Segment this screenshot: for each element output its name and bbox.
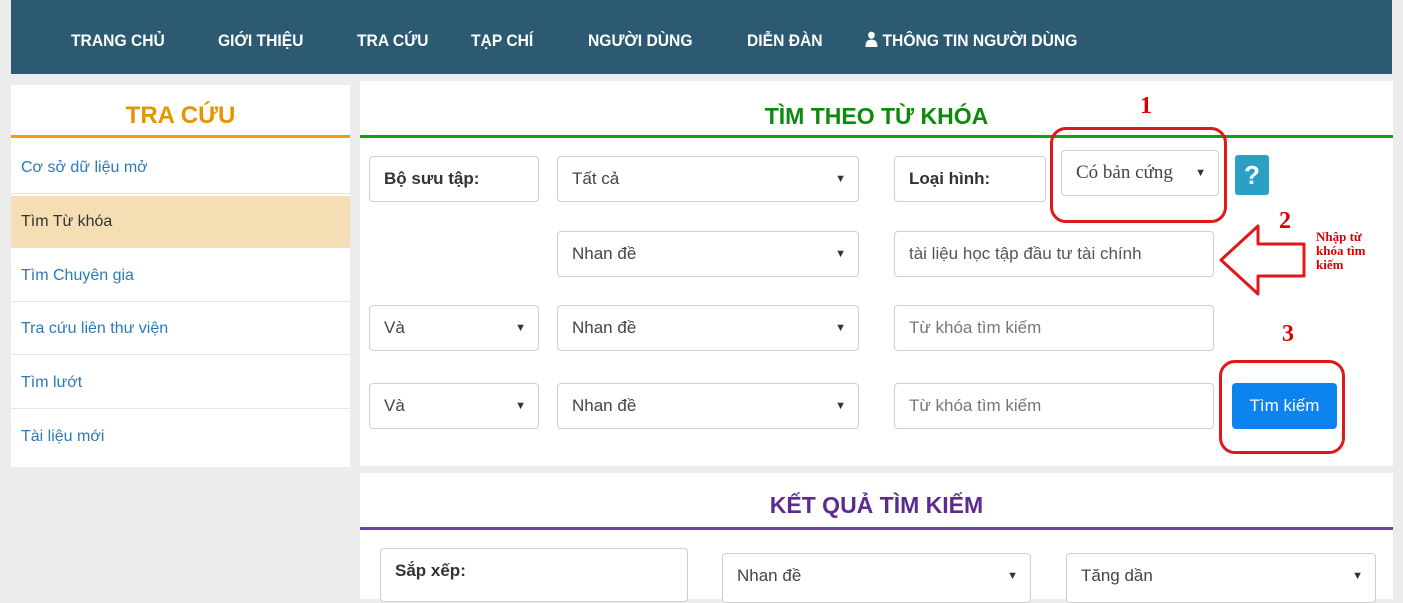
caret-down-icon: ▼ (835, 248, 846, 260)
field-select-3-value: Nhan đề (572, 396, 637, 415)
annotation-step-3: 3 (1282, 321, 1294, 347)
annotation-note: Nhập từ khóa tìm kiếm (1316, 230, 1386, 272)
type-label: Loại hình: (894, 156, 1046, 202)
keyword-input-3[interactable]: Từ khóa tìm kiếm (894, 383, 1214, 429)
sidebar-item-new-documents[interactable]: Tài liệu mới (11, 411, 350, 463)
annotation-note-line: Nhập từ (1316, 229, 1362, 244)
field-select-1-value: Nhan đề (572, 244, 637, 263)
nav-user-info-label: THÔNG TIN NGƯỜI DÙNG (882, 31, 1078, 50)
sort-field-select[interactable]: Nhan đề ▼ (722, 553, 1031, 603)
nav-forum[interactable]: DIỄN ĐÀN (747, 30, 823, 52)
field-select-2[interactable]: Nhan đề ▼ (557, 305, 859, 351)
caret-down-icon: ▼ (1352, 570, 1363, 582)
sidebar-item-browse[interactable]: Tìm lướt (11, 357, 350, 409)
annotation-note-line: khóa tìm (1316, 243, 1366, 258)
caret-down-icon: ▼ (835, 322, 846, 334)
field-select-2-value: Nhan đề (572, 318, 637, 337)
keyword-search-title: TÌM THEO TỪ KHÓA (764, 103, 989, 129)
caret-down-icon: ▼ (835, 173, 846, 185)
highlight-search-button (1219, 360, 1345, 454)
collection-select-value: Tất cả (572, 169, 620, 188)
annotation-step-1: 1 (1140, 93, 1152, 119)
nav-users[interactable]: NGƯỜI DÙNG (588, 30, 693, 52)
sidebar-title-underline (11, 135, 350, 138)
results-title: KẾT QUẢ TÌM KIẾM (769, 492, 984, 518)
keyword-search-divider (360, 135, 1393, 138)
sort-label: Sắp xếp: (380, 548, 688, 602)
operator-select-3-value: Và (384, 396, 405, 415)
operator-select-3[interactable]: Và ▼ (369, 383, 539, 429)
sort-order-select-value: Tăng dần (1081, 566, 1153, 585)
sidebar-item-expert-search[interactable]: Tìm Chuyên gia (11, 250, 350, 302)
field-select-1[interactable]: Nhan đề ▼ (557, 231, 859, 277)
nav-journal[interactable]: TẠP CHÍ (471, 30, 533, 52)
user-icon (865, 31, 878, 47)
nav-about[interactable]: GIỚI THIỆU (218, 30, 303, 52)
caret-down-icon: ▼ (515, 322, 526, 334)
arrow-left-icon (1219, 224, 1306, 296)
help-button[interactable]: ? (1235, 155, 1269, 195)
collection-label: Bộ sưu tập: (369, 156, 539, 202)
field-select-3[interactable]: Nhan đề ▼ (557, 383, 859, 429)
nav-user-info[interactable]: THÔNG TIN NGƯỜI DÙNG (865, 30, 1077, 52)
operator-select-2-value: Và (384, 318, 405, 337)
caret-down-icon: ▼ (1007, 570, 1018, 582)
keyword-input-2[interactable]: Từ khóa tìm kiếm (894, 305, 1214, 351)
results-divider (360, 527, 1393, 530)
nav-home[interactable]: TRANG CHỦ (71, 30, 165, 52)
collection-select[interactable]: Tất cả ▼ (557, 156, 859, 202)
operator-select-2[interactable]: Và ▼ (369, 305, 539, 351)
annotation-note-line: kiếm (1316, 257, 1344, 272)
sidebar: TRA CỨU Cơ sở dữ liệu mở Tìm Từ khóa Tìm… (11, 85, 350, 467)
caret-down-icon: ▼ (515, 400, 526, 412)
sidebar-title: TRA CỨU (125, 102, 236, 129)
caret-down-icon: ▼ (835, 400, 846, 412)
highlight-type-select (1050, 127, 1227, 223)
sort-order-select[interactable]: Tăng dần ▼ (1066, 553, 1376, 603)
sidebar-item-open-database[interactable]: Cơ sở dữ liệu mở (11, 142, 350, 194)
sidebar-item-interlibrary[interactable]: Tra cứu liên thư viện (11, 303, 350, 355)
sort-field-select-value: Nhan đề (737, 566, 802, 585)
nav-search[interactable]: TRA CỨU (357, 30, 428, 52)
top-navbar: TRANG CHỦ GIỚI THIỆU TRA CỨU TẠP CHÍ NGƯ… (11, 0, 1392, 74)
keyword-input-1[interactable]: tài liệu học tập đầu tư tài chính (894, 231, 1214, 277)
sidebar-item-keyword-search[interactable]: Tìm Từ khóa (11, 196, 350, 248)
